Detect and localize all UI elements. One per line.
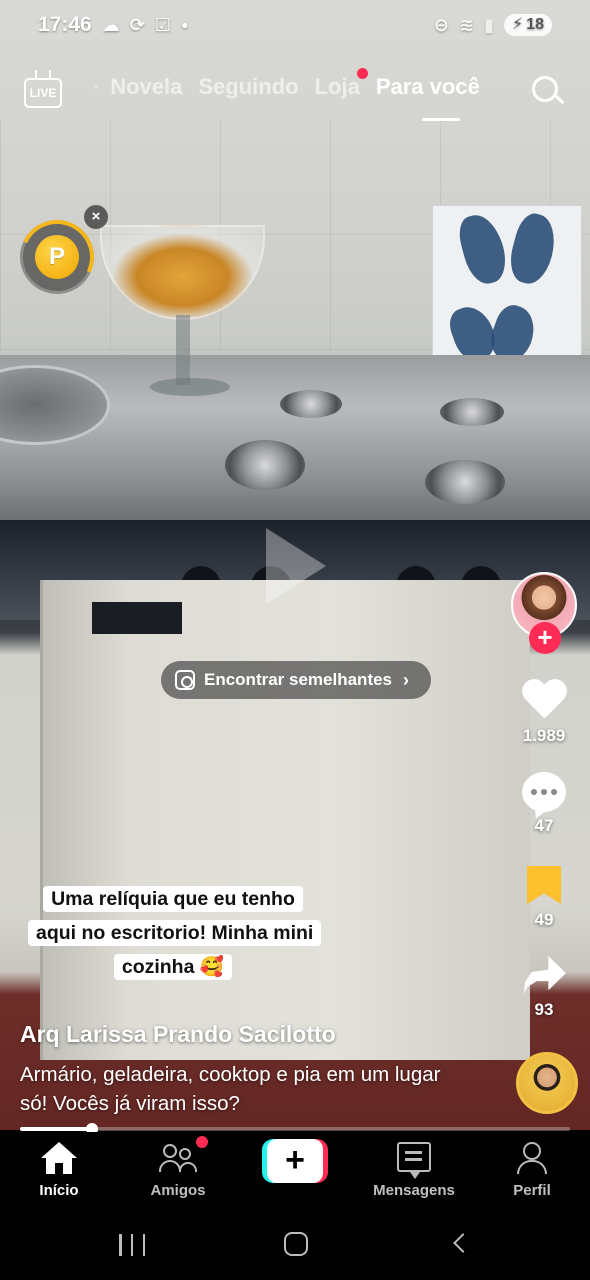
mini-fridge: [40, 580, 530, 1060]
video-description[interactable]: Armário, geladeira, cooktop e pia em um …: [20, 1060, 470, 1118]
live-icon: LIVE: [24, 78, 62, 108]
author-name[interactable]: Arq Larissa Prando Sacilotto: [20, 1021, 336, 1048]
share-count: 93: [534, 1000, 554, 1019]
active-tab-indicator: [422, 118, 460, 121]
save-count: 49: [534, 910, 554, 929]
progress-fill: [20, 1127, 92, 1131]
save-button[interactable]: 49: [512, 866, 576, 930]
create-button[interactable]: +: [262, 1139, 328, 1183]
chevron-right-icon: ›: [403, 669, 410, 690]
burner: [280, 390, 342, 418]
find-similar-label: Encontrar semelhantes: [204, 670, 393, 689]
cloud-icon: ☁: [101, 14, 120, 35]
dot-icon: ●: [180, 18, 189, 32]
plus-icon: +: [267, 1139, 323, 1183]
caption-sticker: Uma relíquia que eu tenho aqui no escrit…: [28, 882, 322, 984]
tab-para-voce[interactable]: Para você: [368, 74, 488, 100]
play-icon[interactable]: [266, 528, 326, 604]
burner: [440, 398, 504, 426]
tab-loja-label: Loja: [314, 74, 360, 99]
share-button[interactable]: 93: [512, 956, 576, 1020]
nav-profile-label: Perfil: [513, 1182, 551, 1199]
sync-icon: ⟳: [129, 14, 145, 35]
inbox-icon: [397, 1142, 431, 1179]
recent-apps-icon[interactable]: [119, 1234, 145, 1256]
share-icon: [522, 956, 566, 996]
sticker-text: Uma relíquia que eu tenho aqui no escrit…: [28, 886, 322, 980]
burner: [225, 440, 305, 490]
top-nav: LIVE • Novela Seguindo Loja Para você: [0, 68, 590, 121]
nav-inbox-label: Mensagens: [373, 1182, 455, 1199]
heart-icon: [521, 680, 567, 722]
friends-icon: [159, 1142, 197, 1174]
coin-rewards-widget[interactable]: P: [9, 209, 105, 305]
notification-dot: [196, 1136, 208, 1148]
comment-button[interactable]: 47: [512, 772, 576, 836]
battery-level: 18: [526, 16, 544, 33]
tab-seguindo[interactable]: Seguindo: [190, 74, 306, 100]
follow-button[interactable]: +: [529, 622, 561, 654]
nav-friends-label: Amigos: [150, 1182, 206, 1199]
nav-home-label: Início: [39, 1182, 79, 1199]
bookmark-icon: [527, 866, 561, 904]
nav-friends[interactable]: Amigos: [128, 1142, 228, 1199]
like-button[interactable]: 1.989: [512, 680, 576, 746]
wifi-icon: ≋: [458, 14, 475, 35]
coin-icon: P: [35, 235, 79, 279]
tab-overflow-dot: •: [94, 80, 99, 94]
status-bar: 17:46 ☁ ⟳ ☑ ● ⊖ ≋ ▮ ⚡ 18: [38, 10, 552, 40]
live-button[interactable]: LIVE: [24, 70, 64, 108]
home-button-icon[interactable]: [284, 1232, 308, 1256]
close-icon[interactable]: ×: [84, 205, 108, 229]
battery-icon: ⚡ 18: [503, 14, 552, 36]
feed-tabs: • Novela Seguindo Loja Para você: [90, 68, 488, 100]
nav-home[interactable]: Início: [9, 1142, 109, 1199]
back-icon[interactable]: [453, 1233, 473, 1253]
search-icon[interactable]: [530, 74, 565, 108]
like-count: 1.989: [522, 726, 566, 745]
notification-dot: [356, 68, 368, 79]
nav-profile[interactable]: Perfil: [482, 1142, 582, 1199]
check-square-icon: ☑: [154, 14, 171, 35]
dnd-icon: ⊖: [433, 14, 449, 35]
sound-disc[interactable]: [516, 1052, 578, 1114]
nav-inbox[interactable]: Mensagens: [364, 1142, 464, 1199]
video-progress-bar[interactable]: [20, 1123, 570, 1135]
home-icon: [41, 1142, 77, 1174]
visual-search-icon: [175, 670, 195, 690]
burner: [425, 460, 505, 504]
butterfly-poster: [432, 205, 582, 380]
tab-novela[interactable]: Novela: [102, 74, 190, 100]
clock: 17:46: [38, 13, 92, 36]
signal-icon: ▮: [484, 14, 494, 35]
comment-icon: [522, 772, 566, 812]
find-similar-button[interactable]: Encontrar semelhantes ›: [161, 661, 431, 699]
system-nav-bar: [0, 1216, 590, 1280]
tab-loja[interactable]: Loja: [307, 68, 368, 100]
profile-icon: [517, 1142, 547, 1174]
